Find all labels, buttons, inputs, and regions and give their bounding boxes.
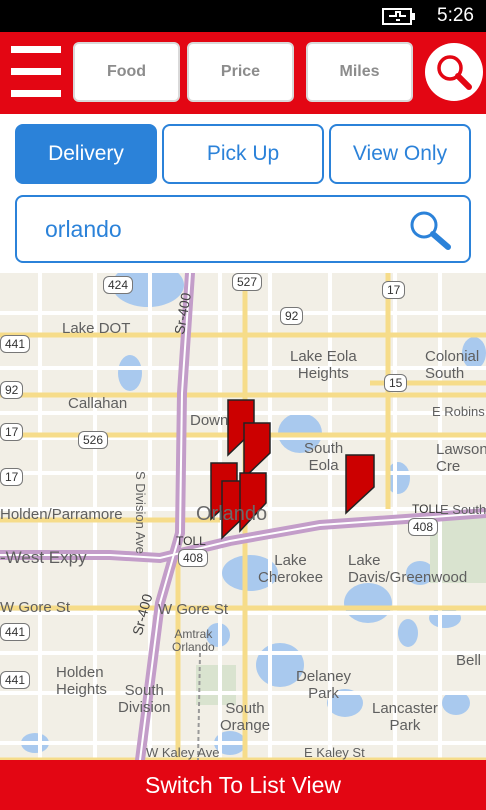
route-shield: 92 bbox=[280, 307, 304, 325]
location-search-box bbox=[15, 195, 471, 263]
map-view[interactable]: Lake DOT Callahan Holden/Parramore -West… bbox=[0, 273, 486, 760]
route-shield: 92 bbox=[0, 381, 24, 399]
route-shield: 17 bbox=[0, 468, 24, 486]
view-only-mode-button[interactable]: View Only bbox=[329, 124, 471, 184]
map-label: Lake Davis/Greenwood bbox=[348, 552, 468, 586]
map-label: -West Expy bbox=[0, 548, 87, 567]
status-bar: 5:26 bbox=[0, 0, 486, 32]
map-label: Lancaster Park bbox=[372, 700, 438, 734]
route-shield: 527 bbox=[232, 273, 263, 291]
route-shield: 408 bbox=[178, 549, 209, 567]
route-shield: 441 bbox=[0, 671, 31, 689]
map-label: Holden/Parramore bbox=[0, 506, 123, 523]
search-icon bbox=[437, 55, 472, 90]
map-label: W Gore St bbox=[0, 599, 71, 616]
route-shield: 17 bbox=[382, 281, 406, 299]
route-shield: 408 bbox=[408, 518, 439, 536]
map-label: S Division Ave bbox=[133, 471, 148, 554]
hamburger-icon[interactable] bbox=[11, 44, 61, 100]
miles-filter-button[interactable]: Miles bbox=[306, 42, 413, 102]
map-label: Lake Eola Heights bbox=[290, 348, 357, 382]
route-shield: 15 bbox=[384, 374, 408, 392]
map-label: South Eola bbox=[304, 440, 344, 474]
route-shield: 424 bbox=[103, 276, 134, 294]
food-filter-button[interactable]: Food bbox=[73, 42, 180, 102]
status-time: 5:26 bbox=[437, 5, 474, 26]
map-label: TOLL bbox=[176, 534, 206, 548]
map-label: W Kaley Ave bbox=[146, 745, 220, 760]
map-label: South Orange bbox=[220, 700, 271, 734]
search-icon[interactable] bbox=[407, 209, 453, 251]
map-label: Lake Cherokee bbox=[258, 552, 324, 586]
map-label: E South bbox=[440, 502, 486, 517]
route-shield: 441 bbox=[0, 623, 31, 641]
app-header: Food Price Miles bbox=[0, 32, 486, 114]
delivery-mode-button[interactable]: Delivery bbox=[15, 124, 157, 184]
pickup-mode-button[interactable]: Pick Up bbox=[162, 124, 324, 184]
map-label: Delaney Park bbox=[296, 668, 352, 702]
map-label: Down bbox=[190, 412, 229, 429]
map-label: TOLL bbox=[412, 502, 442, 516]
map-label: Colonial South bbox=[425, 348, 480, 382]
route-shield: 17 bbox=[0, 423, 24, 441]
location-search-input[interactable] bbox=[45, 211, 385, 247]
map-label: Amtrak Orlando bbox=[172, 627, 215, 655]
switch-to-list-view-button[interactable]: Switch To List View bbox=[0, 760, 486, 810]
header-search-button[interactable] bbox=[425, 43, 483, 101]
battery-charging-icon bbox=[382, 8, 415, 25]
map-label: Lawson Cre bbox=[436, 441, 486, 475]
map-label: E Robins bbox=[432, 404, 485, 419]
map-label: Holden Heights bbox=[56, 664, 107, 698]
map-label: W Gore St bbox=[158, 601, 229, 618]
map-label: Orlando bbox=[196, 503, 268, 525]
map-label: Lake DOT bbox=[62, 320, 131, 337]
map-label: E Kaley St bbox=[304, 745, 365, 760]
map-label: Callahan bbox=[68, 395, 128, 412]
map-label: South Division bbox=[118, 682, 171, 716]
route-shield: 441 bbox=[0, 335, 31, 353]
price-filter-button[interactable]: Price bbox=[187, 42, 294, 102]
map-label: Bell bbox=[456, 652, 482, 669]
route-shield: 526 bbox=[78, 431, 109, 449]
